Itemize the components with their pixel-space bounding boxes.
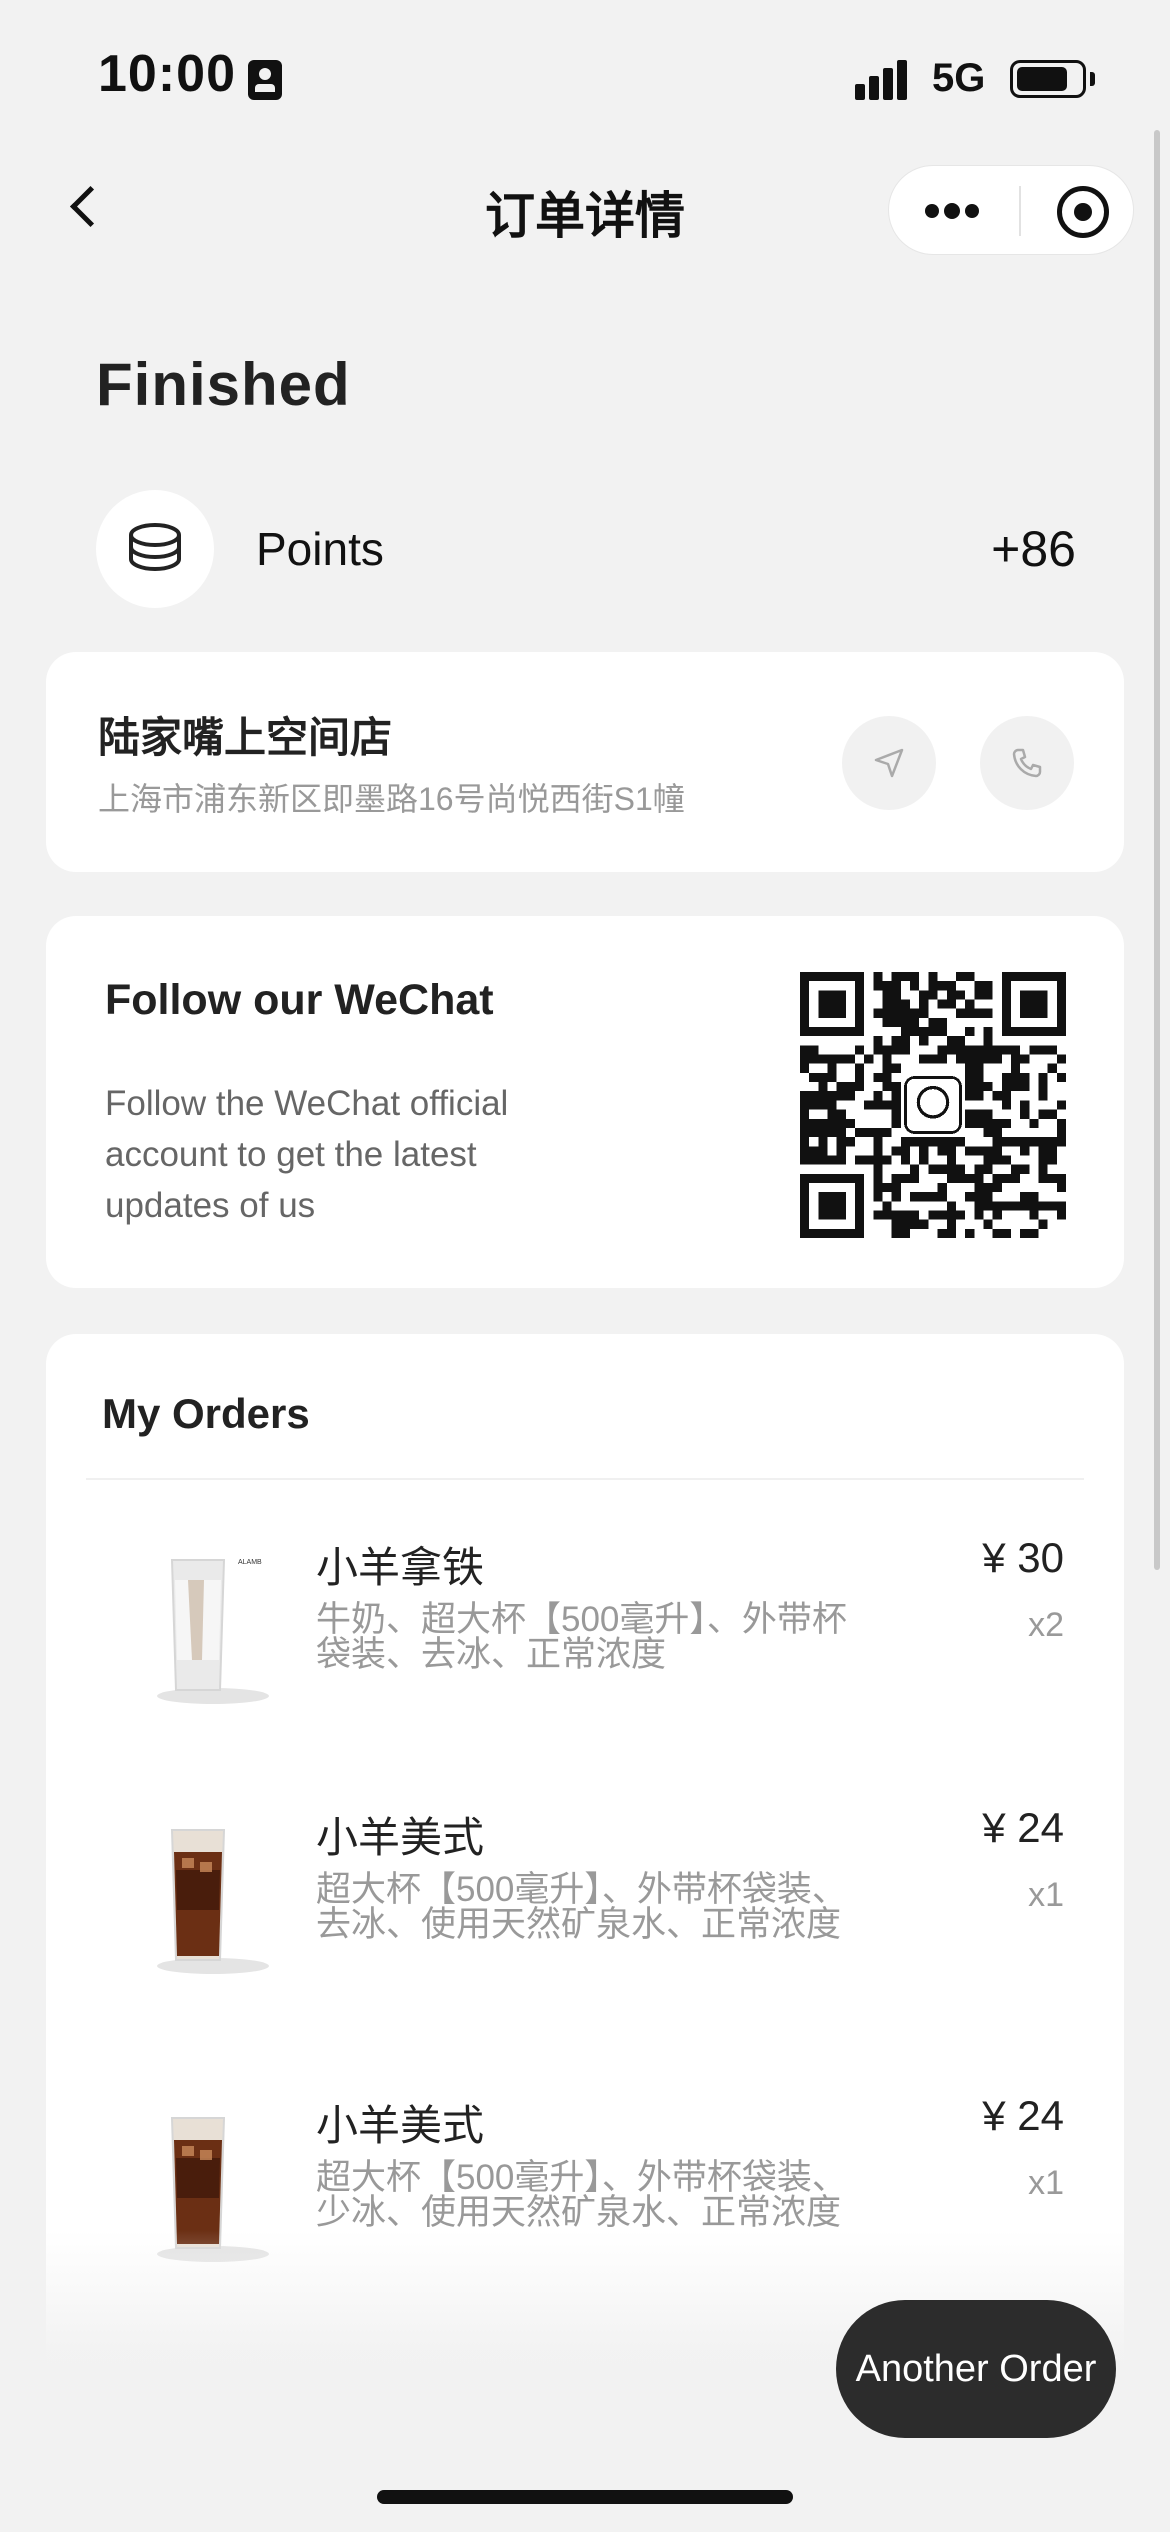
- item-price: ¥ 24: [982, 1804, 1064, 1851]
- battery-tip: [1090, 72, 1095, 86]
- battery-icon: [1010, 60, 1086, 98]
- contact-card-icon: [248, 60, 282, 100]
- order-status: Finished: [96, 351, 351, 418]
- navigate-button[interactable]: [842, 716, 936, 810]
- store-name: 陆家嘴上空间店: [98, 714, 393, 761]
- item-price: ¥ 24: [982, 2092, 1064, 2139]
- points-value: +86: [991, 521, 1076, 577]
- capsule-divider: [1019, 186, 1021, 236]
- store-address: 上海市浦东新区即墨路16号尚悦西街S1幢: [98, 781, 685, 817]
- close-miniprogram-button[interactable]: [1057, 186, 1109, 238]
- wechat-qr-code[interactable]: [800, 972, 1066, 1238]
- points-label: Points: [256, 523, 384, 575]
- miniprogram-capsule: [888, 165, 1134, 255]
- store-card: 陆家嘴上空间店 上海市浦东新区即墨路16号尚悦西街S1幢: [46, 652, 1124, 872]
- orders-title: My Orders: [102, 1390, 310, 1437]
- more-options-button[interactable]: [911, 184, 991, 238]
- item-name: 小羊美式: [316, 1814, 485, 1861]
- item-quantity: x1: [1028, 2164, 1064, 2202]
- iced-latte-image: ALAMB: [157, 1559, 269, 1704]
- divider: [86, 1478, 1084, 1480]
- item-name: 小羊拿铁: [316, 1544, 485, 1591]
- item-price: ¥ 30: [982, 1534, 1064, 1581]
- navigation-arrow-icon: [874, 748, 904, 778]
- call-store-button[interactable]: [980, 716, 1074, 810]
- item-options: 牛奶、超大杯【500毫升】、外带杯袋装、去冰、正常浓度: [316, 1600, 847, 1674]
- nav-bar: 订单详情: [0, 150, 1170, 260]
- coins-icon: [96, 490, 214, 608]
- points-row: Points +86: [96, 490, 1076, 608]
- phone-icon: [1012, 748, 1042, 778]
- network-type: 5G: [932, 56, 986, 100]
- order-item[interactable]: 小羊美式 超大杯【500毫升】、外带杯袋装、去冰、使用天然矿泉水、正常浓度 ¥ …: [46, 1800, 1124, 2040]
- status-time: 10:00: [98, 45, 236, 103]
- another-order-button[interactable]: Another Order: [836, 2300, 1116, 2438]
- wechat-description: Follow the WeChat official account to ge…: [105, 1084, 509, 1225]
- iced-americano-image: [157, 1829, 269, 1974]
- scrollbar[interactable]: [1154, 130, 1160, 1570]
- item-name: 小羊美式: [316, 2102, 485, 2149]
- item-options: 超大杯【500毫升】、外带杯袋装、去冰、使用天然矿泉水、正常浓度: [316, 1870, 847, 1944]
- cellular-signal-icon: [855, 60, 915, 100]
- status-bar: 10:00 5G: [0, 0, 1170, 150]
- item-quantity: x2: [1028, 1606, 1064, 1644]
- item-quantity: x1: [1028, 1876, 1064, 1914]
- brand-mark: ALAMB: [238, 1559, 262, 1566]
- order-item[interactable]: ALAMB 小羊拿铁 牛奶、超大杯【500毫升】、外带杯袋装、去冰、正常浓度 ¥…: [46, 1530, 1124, 1770]
- item-options: 超大杯【500毫升】、外带杯袋装、少冰、使用天然矿泉水、正常浓度: [316, 2158, 847, 2232]
- home-indicator[interactable]: [377, 2490, 793, 2504]
- wechat-title: Follow our WeChat: [105, 976, 494, 1024]
- wechat-follow-card: Follow our WeChat Follow the WeChat offi…: [46, 916, 1124, 1288]
